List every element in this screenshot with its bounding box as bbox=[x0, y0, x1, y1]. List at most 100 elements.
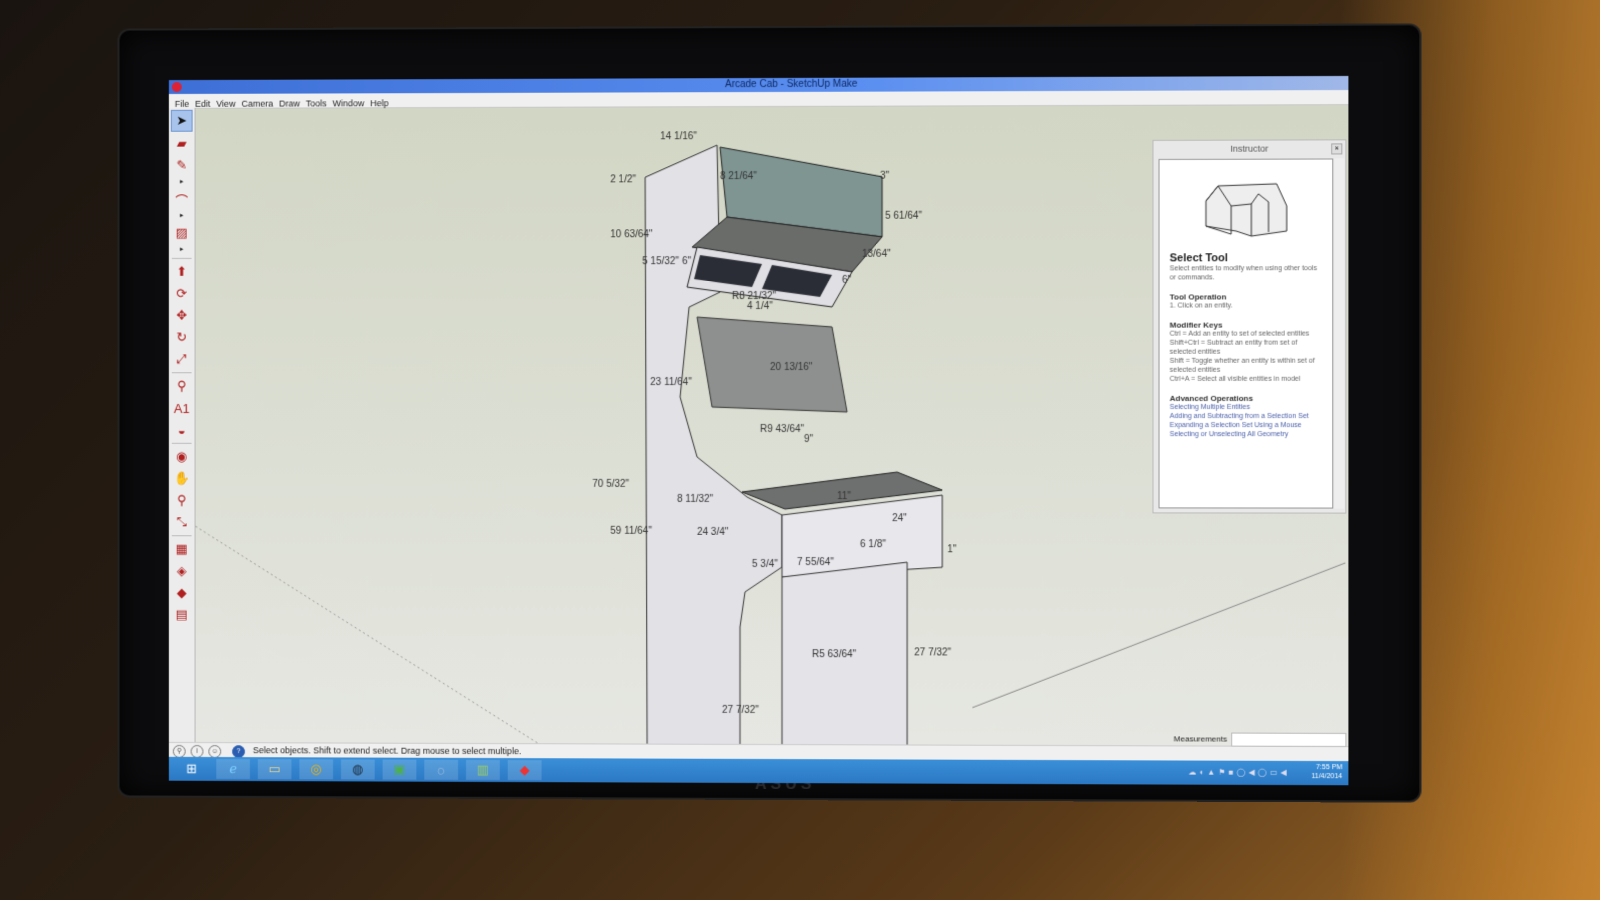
push-pull-tool-icon: ⬆ bbox=[176, 263, 188, 279]
zoom-extents-tool-button[interactable]: ⤡ bbox=[172, 512, 192, 532]
house-illustration bbox=[1195, 176, 1296, 247]
advanced-link[interactable]: Adding and Subtracting from a Selection … bbox=[1170, 412, 1322, 421]
taskbar-app-7[interactable]: ◌ bbox=[424, 759, 459, 780]
dim-lip: 1" bbox=[947, 544, 957, 555]
rotate-tool-button[interactable]: ↻ bbox=[172, 328, 192, 348]
window-title: Arcade Cab - SketchUp Make bbox=[725, 78, 858, 91]
app-8-icon: ▥ bbox=[476, 761, 490, 777]
dim-base-depth: 24 3/4" bbox=[697, 527, 729, 538]
menu-window[interactable]: Window bbox=[333, 98, 365, 108]
taskbar-steam[interactable]: ◍ bbox=[340, 759, 375, 780]
3d-warehouse-tool-button[interactable]: ▦ bbox=[172, 539, 192, 559]
menu-draw[interactable]: Draw bbox=[279, 99, 300, 109]
dim-speaker-offset: 13/64" bbox=[862, 249, 891, 260]
dim-top-depth: 14 1/16" bbox=[660, 131, 697, 142]
dim-marquee-height: 8 21/64" bbox=[720, 171, 757, 182]
paint-bucket-tool-button[interactable]: ◒ bbox=[172, 420, 192, 440]
chrome-icon: ◎ bbox=[310, 761, 322, 777]
taskbar-chrome[interactable]: ◎ bbox=[299, 759, 334, 780]
select-tool-icon: ➤ bbox=[176, 112, 188, 128]
dim-speaker-bottom: 6" bbox=[842, 275, 852, 286]
orbit-tool-button[interactable]: ◉ bbox=[172, 447, 192, 467]
modifier-key: Shift = Toggle whether an entity is with… bbox=[1169, 357, 1315, 374]
scale-tool-button[interactable]: ⤢ bbox=[172, 349, 192, 369]
menu-help[interactable]: Help bbox=[370, 98, 388, 108]
follow-me-tool-button[interactable]: ⟳ bbox=[172, 284, 192, 304]
extension-warehouse-tool-icon: ◆ bbox=[176, 584, 187, 600]
rectangle-tool-button[interactable]: ▨ bbox=[172, 223, 192, 243]
instructor-content: Select Tool Select entities to modify wh… bbox=[1158, 158, 1334, 509]
pencil-tool-button[interactable]: ✎ bbox=[172, 156, 192, 176]
advanced-link[interactable]: Selecting or Unselecting All Geometry bbox=[1170, 430, 1322, 439]
tool-operation-heading: Tool Operation bbox=[1169, 292, 1227, 302]
dim-top-offset: 2 1/2" bbox=[610, 174, 636, 185]
scale-tool-icon: ⤢ bbox=[176, 351, 187, 367]
clock-date: 11/4/2014 bbox=[1311, 773, 1343, 781]
dim-leg-height-left: 27 7/32" bbox=[722, 705, 759, 716]
arc-tool-button[interactable]: ⌒ bbox=[172, 189, 192, 209]
dim-front-height: 6 1/8" bbox=[860, 539, 886, 550]
send-to-layout-tool-button[interactable]: ▤ bbox=[172, 605, 192, 625]
paint-bucket-tool-icon: ◒ bbox=[177, 422, 186, 438]
toolbar-separator bbox=[171, 442, 192, 444]
taskbar-file-explorer[interactable]: ▭ bbox=[257, 759, 292, 780]
instructor-scrollbar[interactable] bbox=[1334, 158, 1345, 509]
dim-panel-length: 24" bbox=[892, 513, 907, 524]
rotate-tool-icon: ↻ bbox=[176, 329, 188, 345]
push-pull-tool-button[interactable]: ⬆ bbox=[172, 262, 192, 282]
close-icon[interactable]: × bbox=[1331, 143, 1343, 155]
share-model-tool-button[interactable]: ◈ bbox=[172, 561, 192, 581]
taskbar-sketchup[interactable]: ◆ bbox=[507, 760, 542, 781]
toolbar-separator bbox=[171, 257, 192, 259]
system-tray-icons[interactable]: ☁◐▲⚑■◯◀◯▭◀ bbox=[1188, 768, 1290, 777]
menu-view[interactable]: View bbox=[216, 99, 235, 109]
dim-marquee-lip: 3" bbox=[880, 171, 890, 182]
move-tool-button[interactable]: ✥ bbox=[172, 306, 192, 326]
sketchup-app-icon[interactable] bbox=[171, 82, 182, 93]
dim-screen-side: 23 11/64" bbox=[650, 377, 692, 388]
tool-description: Select entities to modify when using oth… bbox=[1169, 265, 1317, 282]
taskbar-app-8[interactable]: ▥ bbox=[466, 759, 500, 780]
taskbar-windows-store[interactable]: ▣ bbox=[382, 759, 417, 780]
select-tool-button[interactable]: ➤ bbox=[170, 109, 193, 132]
send-to-layout-tool-icon: ▤ bbox=[175, 606, 188, 622]
dim-marquee-panel: 5 61/64" bbox=[885, 211, 922, 222]
tape-measure-tool-icon: ⚲ bbox=[177, 378, 187, 394]
extension-warehouse-tool-button[interactable]: ◆ bbox=[172, 583, 192, 603]
3d-warehouse-tool-icon: ▦ bbox=[175, 541, 188, 557]
modifier-keys-heading: Modifier Keys bbox=[1169, 320, 1223, 330]
drawing-viewport[interactable]: 14 1/16" 2 1/2" 8 21/64" 3" 5 61/64" 10 … bbox=[195, 105, 1349, 748]
instructor-title: Instructor bbox=[1230, 143, 1269, 154]
measurements-input[interactable] bbox=[1231, 732, 1347, 748]
zoom-tool-button[interactable]: ⚲ bbox=[172, 491, 192, 511]
taskbar-clock[interactable]: 7:55 PM 11/4/2014 bbox=[1311, 763, 1342, 781]
status-message: Select objects. Shift to extend select. … bbox=[252, 745, 522, 757]
text-tool-button[interactable]: A1 bbox=[172, 398, 192, 418]
pan-tool-icon: ✋ bbox=[173, 470, 190, 486]
tool-name: Select Tool bbox=[1169, 252, 1229, 265]
eraser-tool-button[interactable]: ▰ bbox=[172, 134, 192, 154]
text-tool-icon: A1 bbox=[173, 400, 190, 416]
dim-panel-depth: 8 11/32" bbox=[677, 494, 714, 505]
taskbar-internet-explorer[interactable]: ℯ bbox=[216, 759, 250, 780]
menu-camera[interactable]: Camera bbox=[241, 99, 273, 109]
dim-screen-to-panel: 9" bbox=[804, 434, 814, 445]
pan-tool-button[interactable]: ✋ bbox=[172, 469, 192, 489]
tool-operation-step: 1. Click on an entity. bbox=[1169, 302, 1233, 310]
modifier-key: Ctrl = Add an entity to set of selected … bbox=[1169, 330, 1310, 338]
axis-line-green bbox=[196, 526, 543, 746]
instructor-panel: Instructor × Select Tool Select entities… bbox=[1152, 139, 1347, 514]
menu-tools[interactable]: Tools bbox=[306, 98, 327, 108]
tools-toolbar: ➤ ▰ ✎ ▸ ⌒ ▸ ▨ ▸ ⬆ ⟳ ✥ ↻ ⤢ ⚲ A1 ◒ ◉ ✋ ⚲ ⤡ ▦ ◈ ◆ ▤ bbox=[168, 107, 196, 744]
dim-speaker-width: 6" bbox=[682, 256, 692, 267]
flyout-arrow-icon[interactable]: ▸ bbox=[169, 177, 195, 187]
advanced-link[interactable]: Selecting Multiple Entities bbox=[1170, 403, 1322, 412]
taskbar-start-button[interactable]: ⊞ bbox=[175, 759, 209, 779]
advanced-operations-heading: Advanced Operations bbox=[1169, 393, 1254, 403]
advanced-link[interactable]: Expanding a Selection Set Using a Mouse bbox=[1170, 421, 1322, 430]
menu-edit[interactable]: Edit bbox=[195, 99, 210, 109]
flyout-arrow-icon[interactable]: ▸ bbox=[169, 245, 195, 255]
dim-panel-width: 11" bbox=[837, 491, 851, 502]
tape-measure-tool-button[interactable]: ⚲ bbox=[172, 376, 192, 396]
flyout-arrow-icon[interactable]: ▸ bbox=[169, 211, 195, 221]
